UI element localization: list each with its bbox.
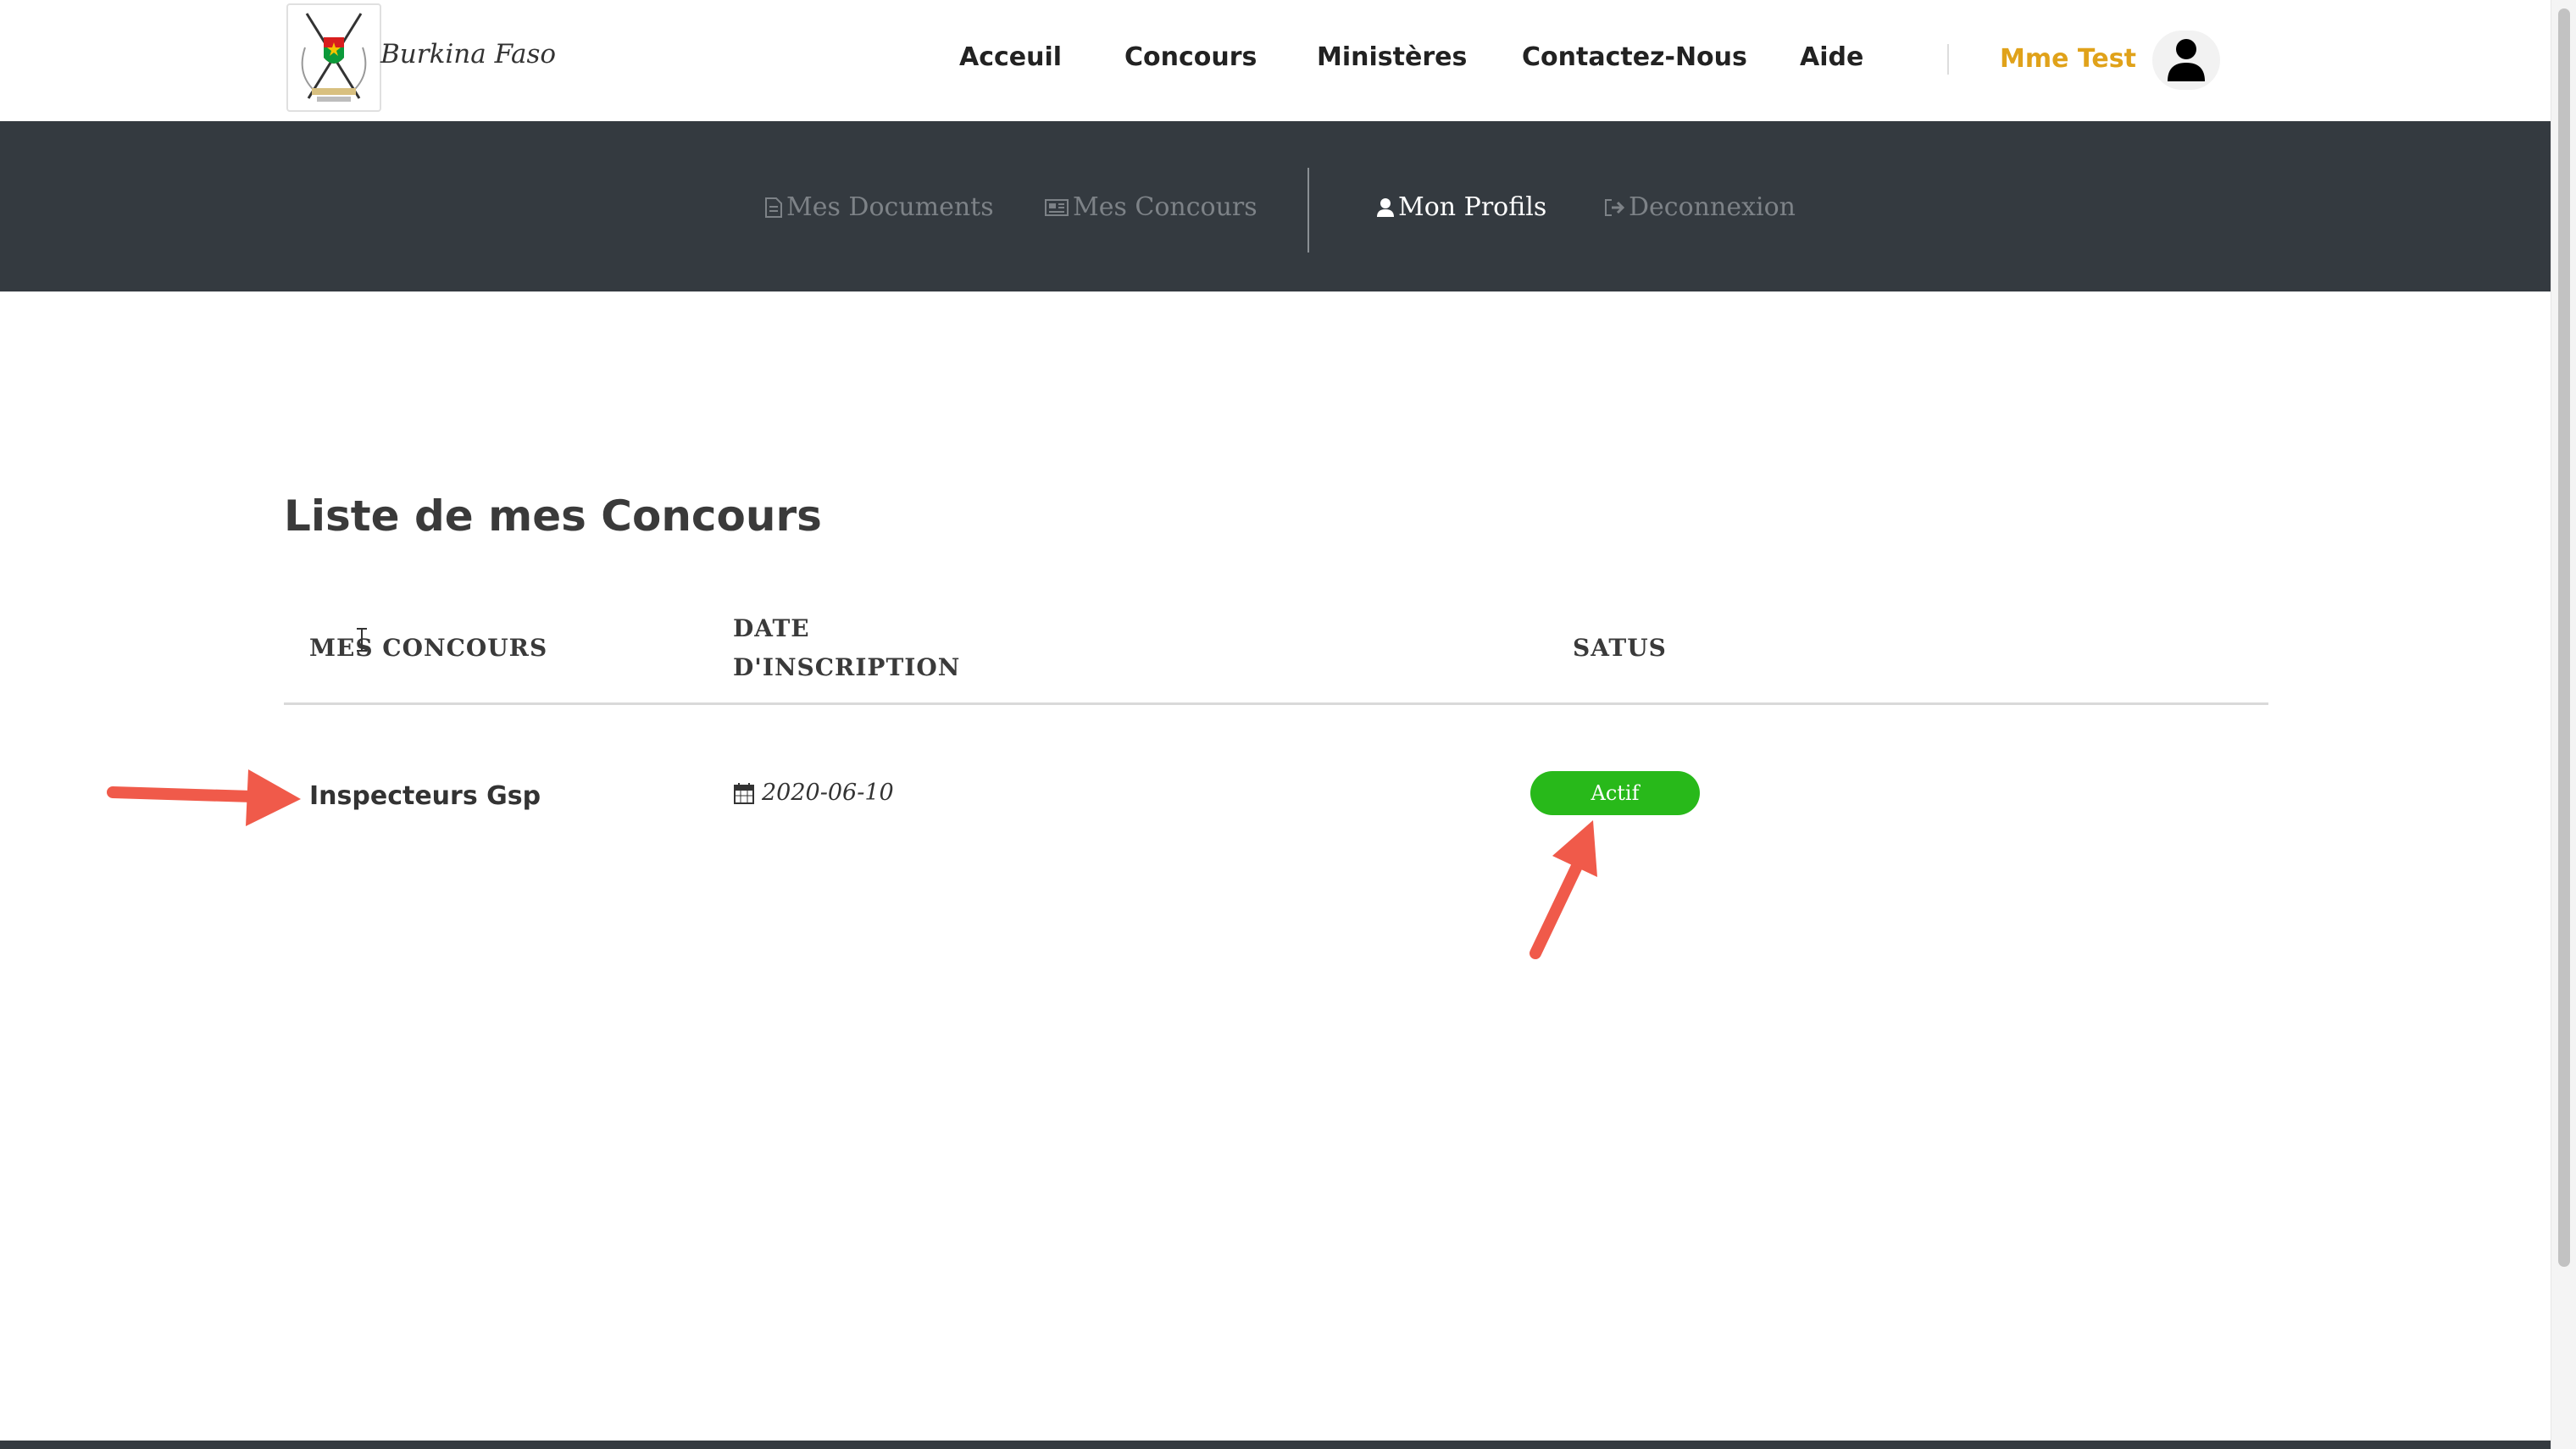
user-icon [2168,39,2205,81]
subnav-mes-concours[interactable]: Mes Concours [1044,192,1257,222]
brand-name[interactable]: Burkina Faso [380,39,556,69]
nav-link-concours[interactable]: Concours [1124,42,1257,72]
vertical-scrollbar[interactable] [2551,0,2576,1449]
footer-edge [0,1441,2551,1449]
coat-of-arms-logo[interactable] [286,3,381,112]
subnav-mon-profils[interactable]: Mon Profils [1376,192,1546,222]
user-avatar-button[interactable] [2152,31,2220,90]
subnav-divider [1307,168,1309,253]
user-icon [1377,197,1394,217]
sign-out-icon [1605,198,1625,216]
column-header-date-inscription: DATE D'INSCRIPTION [733,614,961,681]
page-title: Liste de mes Concours [284,491,822,541]
subnav-mes-documents[interactable]: Mes Documents [764,192,994,222]
calendar-icon [734,782,754,804]
newspaper-icon [1045,198,1069,216]
subnav-deconnexion-label: Deconnexion [1629,192,1796,222]
coat-of-arms-icon [301,13,367,102]
nav-link-ministeres[interactable]: Ministères [1317,42,1467,72]
inscription-date-value: 2020-06-10 [762,780,894,806]
subnav-mon-profils-label: Mon Profils [1398,192,1547,222]
top-navbar: Burkina Faso Acceuil Concours Ministères… [0,0,2551,121]
column-header-status: SATUS [1573,634,1667,662]
nav-link-acceuil[interactable]: Acceuil [959,42,1062,72]
account-subnav: Mes Documents Mes Concours Mon Profils D… [0,121,2551,291]
concours-name[interactable]: Inspecteurs Gsp [309,781,541,811]
inscription-date: 2020-06-10 [733,780,894,806]
subnav-mes-documents-label: Mes Documents [786,192,994,222]
user-name-link[interactable]: Mme Test [2000,44,2136,74]
annotation-arrow-right [107,769,301,826]
subnav-deconnexion[interactable]: Deconnexion [1603,192,1796,222]
nav-link-contactez-nous[interactable]: Contactez-Nous [1522,42,1747,72]
column-header-mes-concours: MES CONCOURS [309,634,548,662]
subnav-mes-concours-label: Mes Concours [1073,192,1257,222]
nav-link-aide[interactable]: Aide [1800,42,1863,72]
scrollbar-thumb[interactable] [2558,8,2570,1267]
table-header-divider [284,702,2268,705]
annotation-arrow-up [1530,820,1597,959]
status-badge: Actif [1530,771,1700,815]
document-icon [765,197,782,218]
nav-divider [1947,44,1949,75]
